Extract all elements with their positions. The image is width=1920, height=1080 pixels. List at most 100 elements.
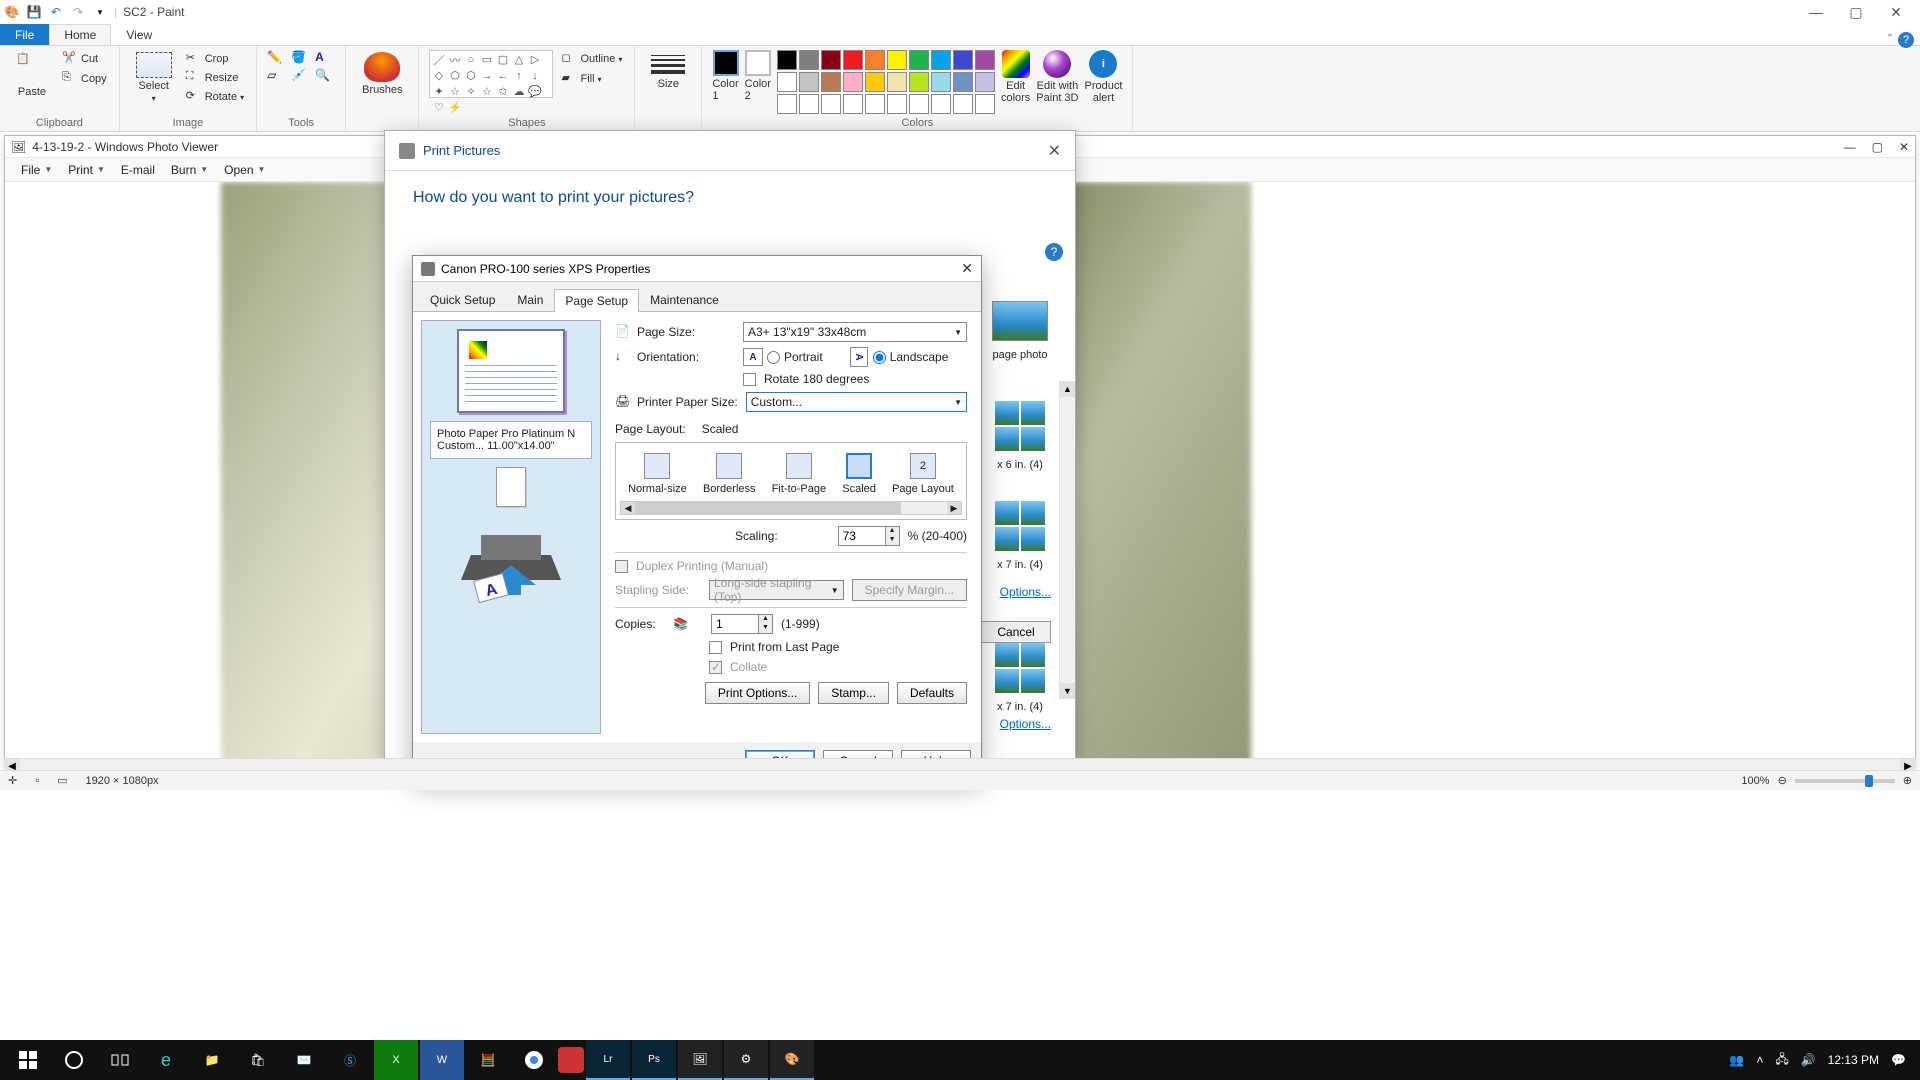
duplex-checkbox[interactable]	[615, 560, 628, 573]
page-size-combo[interactable]: A3+ 13"x19" 33x48cm▼	[743, 322, 967, 342]
spin-down-icon[interactable]: ▼	[759, 624, 772, 633]
layout-borderless[interactable]: Borderless	[699, 451, 760, 497]
print-from-last-checkbox[interactable]	[709, 641, 722, 654]
stamp-button[interactable]: Stamp...	[818, 682, 889, 704]
copies-input[interactable]: ▲▼	[711, 614, 773, 634]
layout-pagelayout[interactable]: 2Page Layout	[888, 451, 958, 497]
minimize-button[interactable]: —	[1804, 4, 1828, 21]
spin-up-icon[interactable]: ▲	[759, 615, 772, 624]
redo-icon[interactable]: ↷	[70, 4, 86, 20]
layout-thumb-5x7[interactable]	[995, 501, 1045, 551]
rotate-button[interactable]: ⟳Rotate▾	[184, 88, 246, 106]
bucket-icon[interactable]: 🪣	[291, 50, 311, 64]
layout-normal[interactable]: Normal-size	[624, 451, 691, 497]
edge-icon[interactable]: e	[144, 1040, 188, 1080]
tab-maintenance[interactable]: Maintenance	[639, 288, 730, 311]
close-button[interactable]: ✕	[1884, 4, 1908, 21]
text-icon[interactable]: A	[315, 50, 335, 64]
tab-page-setup[interactable]: Page Setup	[554, 289, 639, 312]
word-icon[interactable]: W	[420, 1040, 464, 1080]
pv-maximize-button[interactable]: ▢	[1872, 140, 1883, 154]
print-pictures-cancel-button[interactable]: Cancel	[981, 621, 1051, 643]
crop-button[interactable]: ✂Crop	[184, 50, 246, 68]
pencil-icon[interactable]: ✏️	[267, 50, 287, 64]
cut-button[interactable]: ✂️Cut	[60, 50, 109, 68]
props-close-button[interactable]: ✕	[961, 260, 973, 277]
taskview-button[interactable]	[98, 1040, 142, 1080]
mail-icon[interactable]: ✉️	[282, 1040, 326, 1080]
outline-button[interactable]: ◻Outline▾	[559, 50, 624, 68]
portrait-radio[interactable]	[767, 351, 780, 364]
photoshop-icon[interactable]: Ps	[632, 1040, 676, 1080]
layout-thumb-5x7b[interactable]	[995, 643, 1045, 693]
notifications-icon[interactable]: 💬	[1891, 1053, 1906, 1067]
photoviewer-taskbar-icon[interactable]: 🖼	[678, 1040, 722, 1080]
size-button[interactable]: Size	[645, 50, 691, 92]
zoom-out-button[interactable]: ⊖	[1778, 774, 1787, 787]
tab-home[interactable]: Home	[49, 24, 111, 45]
edit-colors-button[interactable]: Edit colors	[1001, 50, 1030, 104]
explorer-icon[interactable]: 📁	[190, 1040, 234, 1080]
lightroom-icon[interactable]: Lr	[586, 1040, 630, 1080]
help-icon[interactable]: ?	[1898, 32, 1914, 48]
color-palette[interactable]	[777, 50, 995, 114]
brushes-button[interactable]: Brushes	[356, 50, 408, 98]
pv-menu-email[interactable]: E-mail	[115, 161, 161, 179]
cortana-button[interactable]	[52, 1040, 96, 1080]
print-options-button[interactable]: Print Options...	[705, 682, 810, 704]
fill-button[interactable]: ▰Fill▾	[559, 70, 624, 88]
pv-close-button[interactable]: ✕	[1899, 140, 1909, 154]
zoom-slider[interactable]	[1795, 779, 1895, 783]
paste-button[interactable]: 📋Paste	[10, 50, 54, 100]
print-options-link-2[interactable]: Options...	[1000, 717, 1051, 731]
qat-dropdown-icon[interactable]: ▾	[92, 4, 108, 20]
layout-scaled[interactable]: Scaled	[838, 451, 880, 497]
start-button[interactable]	[6, 1040, 50, 1080]
clock[interactable]: 12:13 PM	[1828, 1053, 1879, 1067]
layout-thumb-fullpage[interactable]	[992, 301, 1048, 341]
skype-icon[interactable]: Ⓢ	[328, 1040, 372, 1080]
network-icon[interactable]: 🖧	[1775, 1050, 1788, 1071]
volume-icon[interactable]: 🔊	[1801, 1053, 1816, 1067]
tab-file[interactable]: File	[0, 24, 49, 45]
layout-scrollbar[interactable]: ◀▶	[620, 501, 962, 515]
ribbon-collapse-icon[interactable]: ˆ	[1888, 32, 1892, 46]
app-icon-red[interactable]	[558, 1047, 584, 1073]
spin-up-icon[interactable]: ▲	[886, 527, 899, 536]
store-icon[interactable]: 🛍	[236, 1040, 280, 1080]
layout-thumb-4x6[interactable]	[995, 401, 1045, 451]
print-pictures-help-icon[interactable]: ?	[1045, 243, 1063, 261]
zoom-in-button[interactable]: ⊕	[1903, 774, 1912, 787]
tab-view[interactable]: View	[111, 24, 167, 45]
resize-button[interactable]: ⛶Resize	[184, 69, 246, 87]
product-alert-button[interactable]: iProduct alert	[1085, 50, 1123, 104]
landscape-radio[interactable]	[873, 351, 886, 364]
pv-menu-burn[interactable]: Burn▼	[165, 161, 214, 179]
print-pictures-close-button[interactable]: ✕	[1048, 141, 1061, 161]
paint-taskbar-icon[interactable]: 🎨	[770, 1040, 814, 1080]
calc-icon[interactable]: 🧮	[466, 1040, 510, 1080]
people-icon[interactable]: 👥	[1729, 1053, 1744, 1067]
pv-menu-print[interactable]: Print▼	[62, 161, 111, 179]
select-button[interactable]: Select▾	[130, 50, 178, 105]
picker-icon[interactable]: 💉	[291, 68, 311, 82]
maximize-button[interactable]: ▢	[1844, 4, 1868, 21]
excel-icon[interactable]: X	[374, 1040, 418, 1080]
color2-button[interactable]: Color 2	[745, 50, 771, 102]
printer-paper-combo[interactable]: Custom...▼	[746, 392, 967, 412]
shapes-gallery[interactable]: ／〰○▭▢△▷◇ ⬠⬡→←↑↓✦☆ ✧☆✩☁💬♡⚡	[429, 50, 553, 98]
pv-minimize-button[interactable]: —	[1844, 140, 1856, 154]
print-options-link[interactable]: Options...	[1000, 585, 1051, 599]
scaling-input[interactable]: ▲▼	[838, 526, 900, 546]
eraser-icon[interactable]: ▱	[267, 68, 287, 82]
app-icon-gray[interactable]: ⚙	[724, 1040, 768, 1080]
defaults-button[interactable]: Defaults	[897, 682, 967, 704]
pv-menu-open[interactable]: Open▼	[218, 161, 271, 179]
layout-fit[interactable]: Fit-to-Page	[768, 451, 830, 497]
undo-icon[interactable]: ↶	[48, 4, 64, 20]
rotate180-checkbox[interactable]	[743, 373, 756, 386]
tab-quick-setup[interactable]: Quick Setup	[419, 288, 506, 311]
copy-button[interactable]: ⎘Copy	[60, 70, 109, 88]
save-icon[interactable]: 💾	[26, 4, 42, 20]
tray-expand-icon[interactable]: ˄	[1756, 1053, 1763, 1067]
